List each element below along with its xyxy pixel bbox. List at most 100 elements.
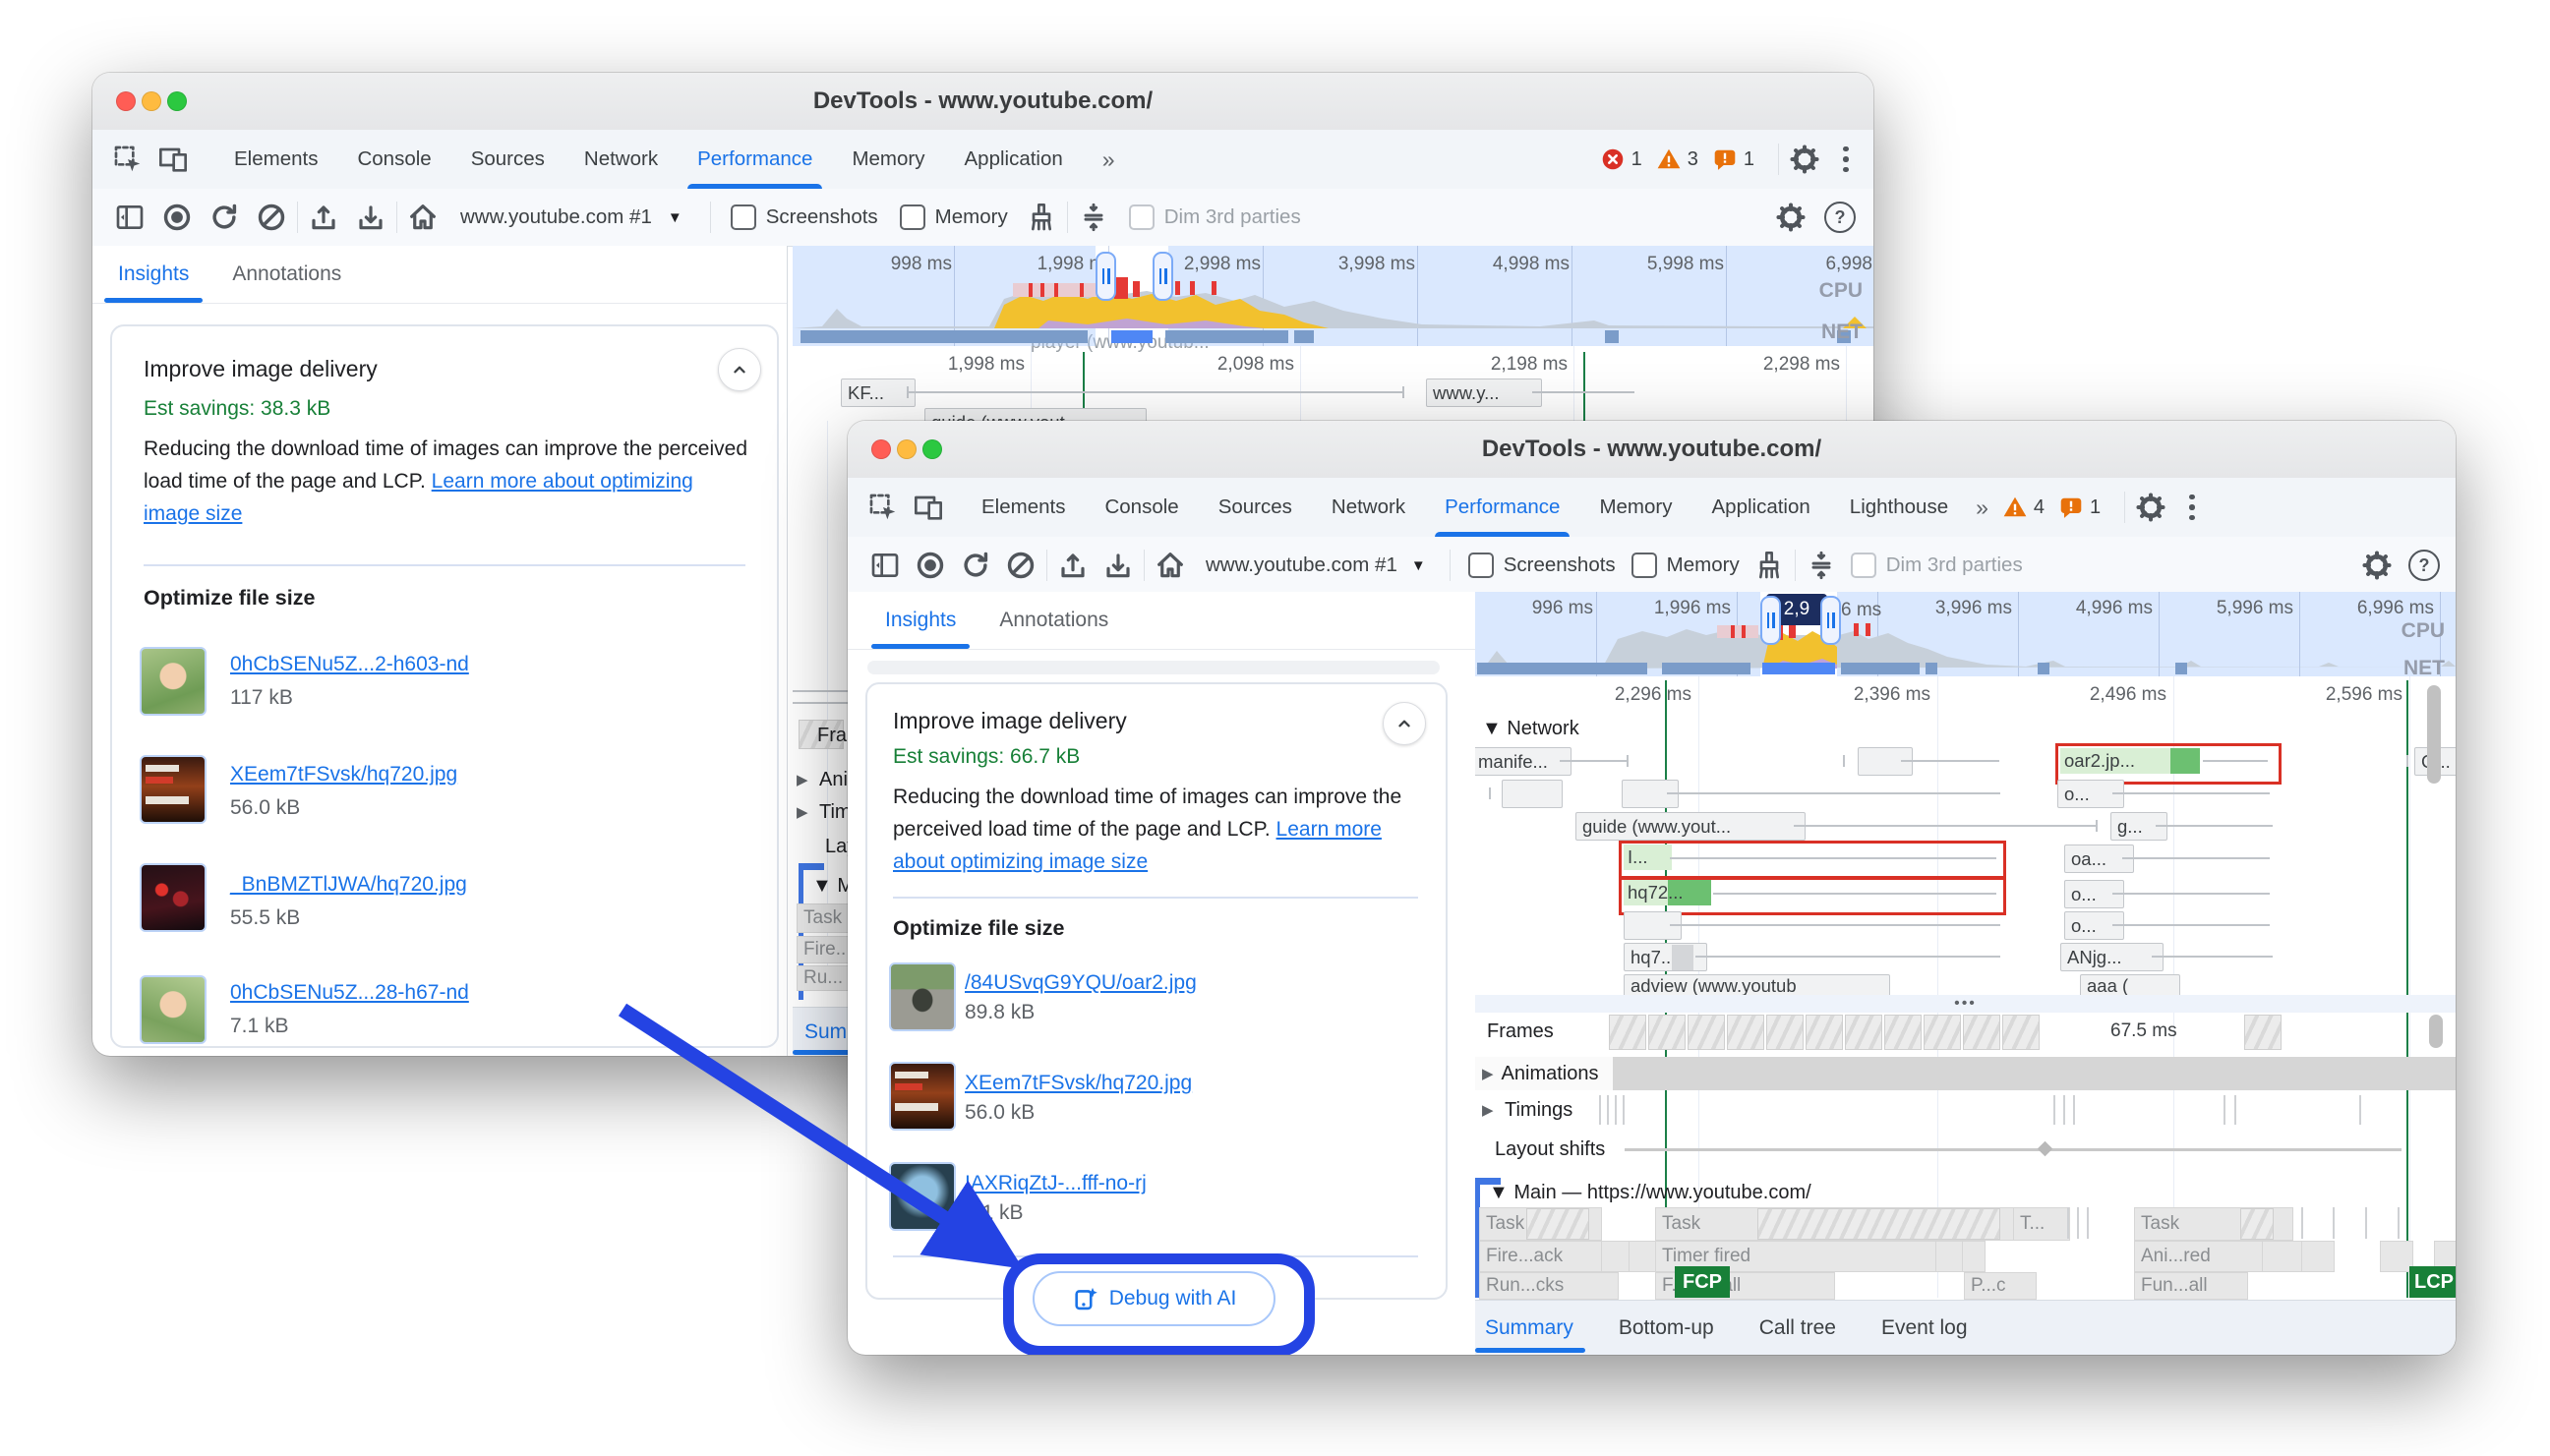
garbage-collect-icon[interactable]: [1753, 550, 1785, 581]
vertical-scrollbar[interactable]: [2429, 1015, 2443, 1048]
panel-left-icon[interactable]: [869, 550, 901, 581]
network-request[interactable]: KF...: [841, 379, 916, 407]
tab-bottom-up[interactable]: Bottom-up: [1619, 1316, 1714, 1340]
upload-icon[interactable]: [1057, 550, 1089, 581]
kebab-menu-icon[interactable]: [1836, 146, 1856, 173]
clear-icon[interactable]: [1005, 550, 1037, 581]
panel-left-icon[interactable]: [114, 202, 146, 233]
task-segment[interactable]: Fun...all: [2134, 1272, 2248, 1300]
settings-gear-icon[interactable]: [2135, 492, 2166, 523]
fcp-marker-badge[interactable]: FCP: [1675, 1266, 1730, 1298]
warning-badge-icon[interactable]: [2002, 495, 2028, 520]
minimize-button[interactable]: [142, 91, 161, 111]
tab-performance[interactable]: Performance: [678, 130, 832, 189]
tab-memory[interactable]: Memory: [832, 130, 944, 189]
chevron-down-icon[interactable]: ▼: [668, 209, 682, 226]
issues-count[interactable]: 1: [2090, 496, 2101, 519]
file-link[interactable]: IAXRiqZtJ-...fff-no-rj: [965, 1172, 1147, 1195]
tab-application[interactable]: Application: [1692, 478, 1830, 537]
task-segment[interactable]: [1962, 1241, 1986, 1272]
chevron-down-icon[interactable]: ▼: [1411, 557, 1426, 574]
range-handle-left[interactable]: [1096, 252, 1116, 301]
collapse-rows-icon[interactable]: [1078, 202, 1109, 233]
inspect-icon[interactable]: [112, 144, 144, 175]
task-segment[interactable]: T...: [2013, 1207, 2070, 1241]
more-rows-indicator[interactable]: •••: [1475, 995, 2456, 1013]
tab-annotations[interactable]: Annotations: [232, 262, 341, 286]
vertical-scrollbar[interactable]: [2427, 685, 2441, 784]
task-segment[interactable]: Run...cks: [1479, 1272, 1619, 1300]
warning-count[interactable]: 4: [2034, 496, 2045, 519]
target-selector[interactable]: www.youtube.com #1: [1206, 553, 1397, 577]
network-request[interactable]: adview (www.youtub: [1624, 974, 1890, 997]
issues-badge-icon[interactable]: [2058, 495, 2084, 520]
network-request[interactable]: [1502, 780, 1563, 808]
tab-event-log[interactable]: Event log: [1881, 1316, 1968, 1340]
settings-gear-icon[interactable]: [2361, 550, 2393, 581]
range-handle-right[interactable]: [1153, 252, 1173, 301]
dim-3rd-parties-checkbox[interactable]: [1129, 204, 1155, 230]
kebab-menu-icon[interactable]: [2182, 495, 2202, 521]
tab-insights[interactable]: Insights: [885, 609, 956, 632]
garbage-collect-icon[interactable]: [1026, 202, 1057, 233]
error-badge-icon[interactable]: [1600, 146, 1626, 172]
task-segment[interactable]: Fire...ack: [1479, 1241, 1609, 1272]
target-selector[interactable]: www.youtube.com #1: [460, 205, 652, 229]
download-icon[interactable]: [355, 202, 386, 233]
inspect-icon[interactable]: [867, 492, 899, 523]
file-link[interactable]: XEem7tFSvsk/hq720.jpg: [965, 1072, 1192, 1095]
settings-gear-icon[interactable]: [1789, 144, 1820, 175]
network-request[interactable]: ANjg...: [2060, 943, 2164, 971]
network-request[interactable]: guide (www.yout...: [1575, 812, 1806, 841]
disclosure-triangle-icon[interactable]: ▶: [797, 771, 808, 788]
tab-call-tree[interactable]: Call tree: [1759, 1316, 1836, 1340]
warning-badge-icon[interactable]: [1656, 146, 1682, 172]
record-icon[interactable]: [915, 550, 946, 581]
file-link[interactable]: _BnBMZTlJWA/hq720.jpg: [230, 873, 467, 897]
upload-icon[interactable]: [308, 202, 339, 233]
device-toolbar-icon[interactable]: [157, 144, 189, 175]
collapse-chevron-icon[interactable]: [1383, 702, 1426, 745]
settings-gear-icon[interactable]: [1775, 202, 1807, 233]
tab-console[interactable]: Console: [337, 130, 450, 189]
range-handle-right[interactable]: [1820, 596, 1841, 645]
clear-icon[interactable]: [256, 202, 287, 233]
tab-performance[interactable]: Performance: [1425, 478, 1579, 537]
disclosure-triangle-icon[interactable]: ▶: [797, 803, 808, 821]
collapse-rows-icon[interactable]: [1806, 550, 1837, 581]
error-count[interactable]: 1: [1631, 148, 1642, 171]
file-link[interactable]: XEem7tFSvsk/hq720.jpg: [230, 763, 457, 786]
help-icon[interactable]: ?: [1824, 202, 1856, 233]
task-segment[interactable]: P...c: [1964, 1272, 2037, 1300]
record-icon[interactable]: [161, 202, 193, 233]
zoom-button[interactable]: [167, 91, 187, 111]
disclosure-triangle-icon[interactable]: ▶: [1482, 1065, 1494, 1082]
task-segment[interactable]: [2301, 1241, 2335, 1272]
lcp-marker-badge[interactable]: LCP: [2409, 1266, 2456, 1298]
screenshots-checkbox[interactable]: [1468, 553, 1494, 578]
tab-memory[interactable]: Memory: [1579, 478, 1691, 537]
tab-lighthouse[interactable]: Lighthouse: [1830, 478, 1968, 537]
dim-3rd-parties-checkbox[interactable]: [1851, 553, 1876, 578]
file-link[interactable]: 0hCbSENu5Z...2-h603-nd: [230, 653, 469, 676]
close-button[interactable]: [116, 91, 136, 111]
collapse-chevron-icon[interactable]: [718, 348, 761, 391]
network-request-i[interactable]: I...: [1624, 844, 1672, 870]
device-toolbar-icon[interactable]: [913, 492, 944, 523]
more-tabs-button[interactable]: »: [1968, 478, 1996, 537]
close-button[interactable]: [871, 439, 891, 459]
tab-elements[interactable]: Elements: [962, 478, 1085, 537]
screenshots-checkbox[interactable]: [731, 204, 756, 230]
issues-badge-icon[interactable]: [1712, 146, 1738, 172]
reload-icon[interactable]: [960, 550, 991, 581]
network-request[interactable]: manife...: [1475, 747, 1572, 776]
tab-elements[interactable]: Elements: [214, 130, 337, 189]
debug-with-ai-button[interactable]: Debug with AI: [1033, 1271, 1275, 1326]
task-segment[interactable]: Ani...red: [2134, 1241, 2268, 1272]
network-request[interactable]: www.y...: [1426, 379, 1542, 407]
tab-sources[interactable]: Sources: [451, 130, 564, 189]
file-link[interactable]: 0hCbSENu5Z...28-h67-nd: [230, 981, 469, 1005]
collapsed-insight-bar[interactable]: [867, 661, 1440, 674]
range-handle-left[interactable]: [1760, 596, 1781, 645]
memory-checkbox[interactable]: [900, 204, 925, 230]
